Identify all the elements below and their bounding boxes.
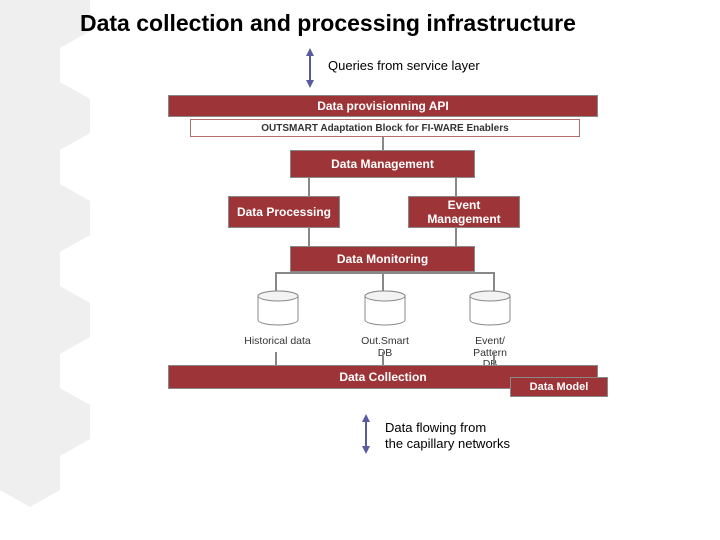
annotation-top: Queries from service layer	[328, 58, 480, 74]
annotation-bottom: Data flowing from the capillary networks	[385, 420, 510, 453]
db-outsmart: Out.Smart DB	[350, 290, 420, 359]
box-processing: Data Processing	[228, 196, 340, 228]
box-api: Data provisionning API	[168, 95, 598, 117]
box-management: Data Management	[290, 150, 475, 178]
db-historical: Historical data	[240, 290, 315, 348]
hexagon-background	[0, 0, 90, 540]
arrow-top	[302, 48, 318, 88]
box-monitoring: Data Monitoring	[290, 246, 475, 272]
page-title: Data collection and processing infrastru…	[80, 10, 576, 37]
box-adaptation: OUTSMART Adaptation Block for FI-WARE En…	[190, 119, 580, 137]
box-model: Data Model	[510, 377, 608, 397]
db-event: Event/ Pattern DB	[455, 290, 525, 371]
arrow-bottom	[358, 414, 374, 454]
box-event: Event Management	[408, 196, 520, 228]
